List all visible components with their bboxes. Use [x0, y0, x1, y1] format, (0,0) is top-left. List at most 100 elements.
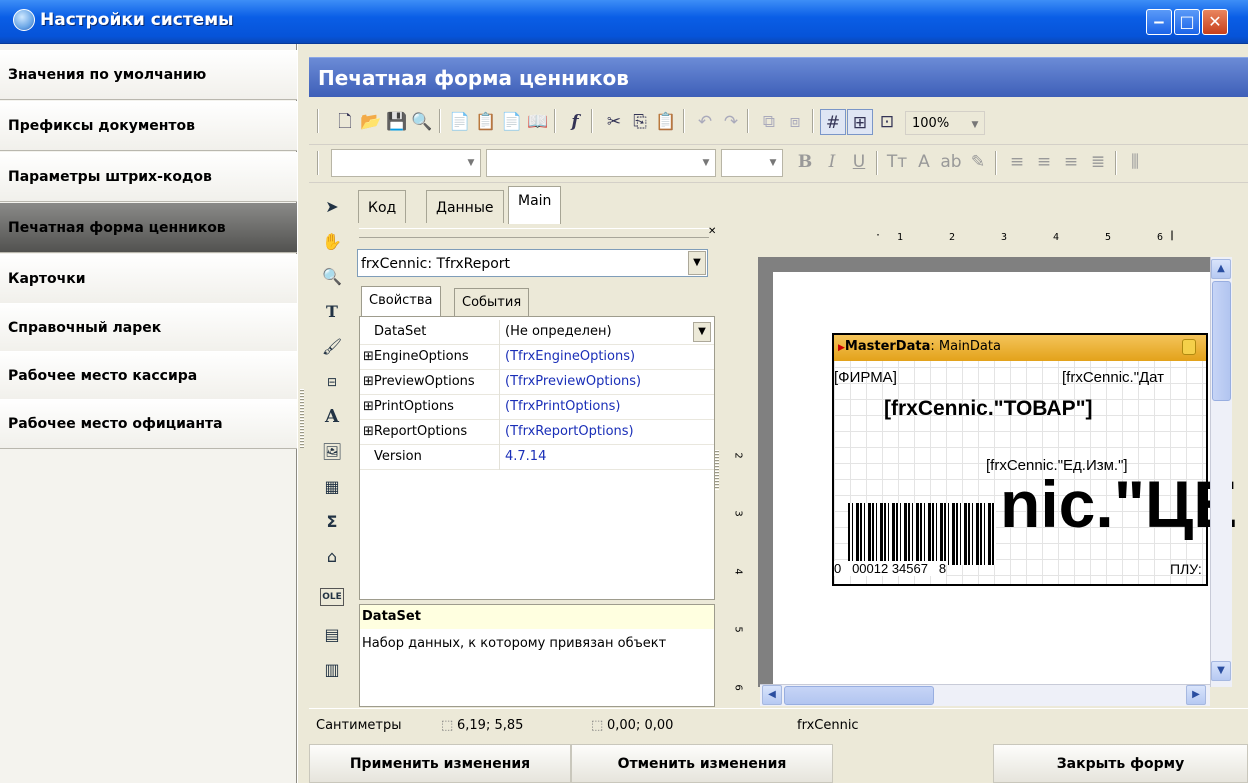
- object-select[interactable]: frxCennic: TfrxReport ▼: [357, 249, 708, 277]
- preview-icon[interactable]: 🔍: [409, 109, 435, 135]
- undo-icon[interactable]: ↶: [692, 109, 718, 135]
- system-text-icon[interactable]: ⌂: [320, 545, 344, 569]
- date-field[interactable]: [frxCennic."Дат: [1062, 369, 1164, 386]
- align-center-icon[interactable]: ≡: [1031, 149, 1057, 175]
- sidebar-item-defaults[interactable]: Значения по умолчанию: [0, 50, 297, 100]
- sidebar-item-info-kiosk[interactable]: Справочный ларек: [0, 303, 297, 353]
- tab-events[interactable]: События: [454, 288, 530, 317]
- horizontal-scrollbar[interactable]: ◀ ▶: [760, 684, 1210, 706]
- vertical-ruler: 2 3 4 5 6: [729, 330, 751, 700]
- barcode-image[interactable]: [848, 503, 996, 565]
- property-row[interactable]: ⊞PrintOptions (TfrxPrintOptions): [360, 395, 714, 420]
- scroll-left-icon[interactable]: ◀: [762, 685, 782, 705]
- close-form-button[interactable]: Закрыть форму: [993, 744, 1248, 783]
- text-object-icon[interactable]: A: [320, 405, 344, 429]
- scroll-thumb[interactable]: [784, 686, 934, 705]
- master-data-band[interactable]: ▶MasterData: MainData [ФИРМА] [frxCennic…: [832, 333, 1237, 586]
- redo-icon[interactable]: ↷: [718, 109, 744, 135]
- minimize-button[interactable]: ‒: [1146, 9, 1172, 35]
- cross-tab-icon[interactable]: ▥: [320, 658, 344, 682]
- delete-page-icon[interactable]: 📄: [499, 109, 525, 135]
- property-row[interactable]: ⊞EngineOptions (TfrxEngineOptions): [360, 345, 714, 370]
- text-tool-icon[interactable]: T: [320, 300, 344, 324]
- page-settings-icon[interactable]: 📖: [525, 109, 551, 135]
- cancel-changes-button[interactable]: Отменить изменения: [571, 744, 833, 783]
- property-row[interactable]: ⊞PreviewOptions (TfrxPreviewOptions): [360, 370, 714, 395]
- cut-icon[interactable]: ✂: [601, 109, 627, 135]
- zoom-select[interactable]: 100% ▼: [905, 111, 985, 135]
- inspector-splitter[interactable]: [715, 450, 719, 490]
- close-window-button[interactable]: ✕: [1202, 9, 1228, 35]
- paste-icon[interactable]: 📋: [653, 109, 679, 135]
- chevron-down-icon[interactable]: ▼: [693, 322, 711, 342]
- scroll-right-icon[interactable]: ▶: [1186, 685, 1206, 705]
- sidebar-item-price-tag-form[interactable]: Печатная форма ценников: [0, 203, 297, 253]
- align-right-icon[interactable]: ≡: [1058, 149, 1084, 175]
- highlight-icon[interactable]: ab: [938, 149, 964, 175]
- bold-icon[interactable]: B: [792, 149, 818, 175]
- subreport-icon[interactable]: ▦: [320, 475, 344, 499]
- save-icon[interactable]: 💾: [384, 109, 410, 135]
- zoom-icon[interactable]: 🔍: [320, 265, 344, 289]
- style-select[interactable]: ▼: [486, 149, 716, 177]
- align-top-icon[interactable]: ⫼: [1122, 149, 1148, 175]
- show-grid-icon[interactable]: #: [820, 109, 846, 135]
- sidebar-splitter[interactable]: [297, 44, 309, 783]
- sidebar-item-cashier[interactable]: Рабочее место кассира: [0, 351, 297, 401]
- font-name-select[interactable]: ▼: [331, 149, 481, 177]
- scroll-thumb[interactable]: [1212, 281, 1231, 401]
- property-value: (TfrxReportOptions): [505, 424, 634, 439]
- tab-code[interactable]: Код: [358, 190, 407, 223]
- new-dialog-icon[interactable]: 📋: [473, 109, 499, 135]
- firm-field[interactable]: [ФИРМА]: [834, 369, 897, 386]
- rich-text-icon[interactable]: ▤: [320, 623, 344, 647]
- align-grid-icon[interactable]: ⊞: [847, 109, 873, 135]
- copy-icon[interactable]: ⎘: [627, 109, 653, 135]
- font-color-icon[interactable]: A: [911, 149, 937, 175]
- product-field[interactable]: [frxCennic."ТОВАР"]: [884, 397, 1093, 421]
- plu-field[interactable]: ПЛУ:: [1170, 561, 1202, 577]
- apply-changes-button[interactable]: Применить изменения: [309, 744, 571, 783]
- close-icon[interactable]: ✕: [708, 226, 716, 237]
- property-row[interactable]: Version 4.7.14: [360, 445, 714, 470]
- select-arrow-icon[interactable]: ➤: [320, 195, 344, 219]
- tab-properties[interactable]: Свойства: [361, 286, 441, 317]
- sum-icon[interactable]: Σ: [320, 510, 344, 534]
- italic-icon[interactable]: I: [819, 149, 845, 175]
- splitter-grip[interactable]: [300, 389, 304, 449]
- maximize-button[interactable]: □: [1174, 9, 1200, 35]
- align-justify-icon[interactable]: ≣: [1085, 149, 1111, 175]
- picture-icon[interactable]: 🖼: [320, 440, 344, 464]
- font-size-select[interactable]: ▼: [721, 149, 783, 177]
- sidebar-item-barcode-params[interactable]: Параметры штрих-кодов: [0, 152, 297, 202]
- scroll-up-icon[interactable]: ▲: [1211, 259, 1231, 279]
- group-icon[interactable]: ⧉: [756, 109, 782, 135]
- underline-icon[interactable]: U: [846, 149, 872, 175]
- property-row[interactable]: ⊞ReportOptions (TfrxReportOptions): [360, 420, 714, 445]
- ole-object-icon[interactable]: OLE: [320, 588, 344, 606]
- tab-main[interactable]: Main: [508, 186, 562, 224]
- sidebar-item-cards[interactable]: Карточки: [0, 254, 297, 304]
- function-icon[interactable]: f: [562, 109, 588, 135]
- property-row[interactable]: DataSet (Не определен) ▼: [360, 320, 714, 345]
- new-report-icon[interactable]: 🗋: [332, 109, 358, 135]
- band-header[interactable]: ▶MasterData: MainData: [834, 335, 1206, 361]
- inspector-caption[interactable]: [359, 228, 709, 238]
- hand-icon[interactable]: ✋: [320, 230, 344, 254]
- clear-format-icon[interactable]: ✎: [965, 149, 991, 175]
- fit-grid-icon[interactable]: ⊡: [874, 109, 900, 135]
- sidebar-item-doc-prefixes[interactable]: Префиксы документов: [0, 101, 297, 151]
- price-field[interactable]: nic."ЦЕ: [1000, 471, 1237, 537]
- new-page-icon[interactable]: 📄: [447, 109, 473, 135]
- window-title-bar[interactable]: Настройки системы ‒ □ ✕: [0, 0, 1248, 44]
- open-folder-icon[interactable]: 📂: [358, 109, 384, 135]
- ungroup-icon[interactable]: ⧈: [782, 109, 808, 135]
- font-settings-icon[interactable]: Tт: [884, 149, 910, 175]
- scroll-down-icon[interactable]: ▼: [1211, 661, 1231, 681]
- tab-data[interactable]: Данные: [426, 190, 504, 223]
- format-painter-icon[interactable]: 🖌: [320, 335, 344, 359]
- align-left-icon[interactable]: ≡: [1004, 149, 1030, 175]
- sidebar-item-waiter[interactable]: Рабочее место официанта: [0, 399, 297, 449]
- band-icon[interactable]: ⊟: [320, 370, 344, 394]
- vertical-scrollbar[interactable]: ▲ ▼: [1210, 257, 1232, 687]
